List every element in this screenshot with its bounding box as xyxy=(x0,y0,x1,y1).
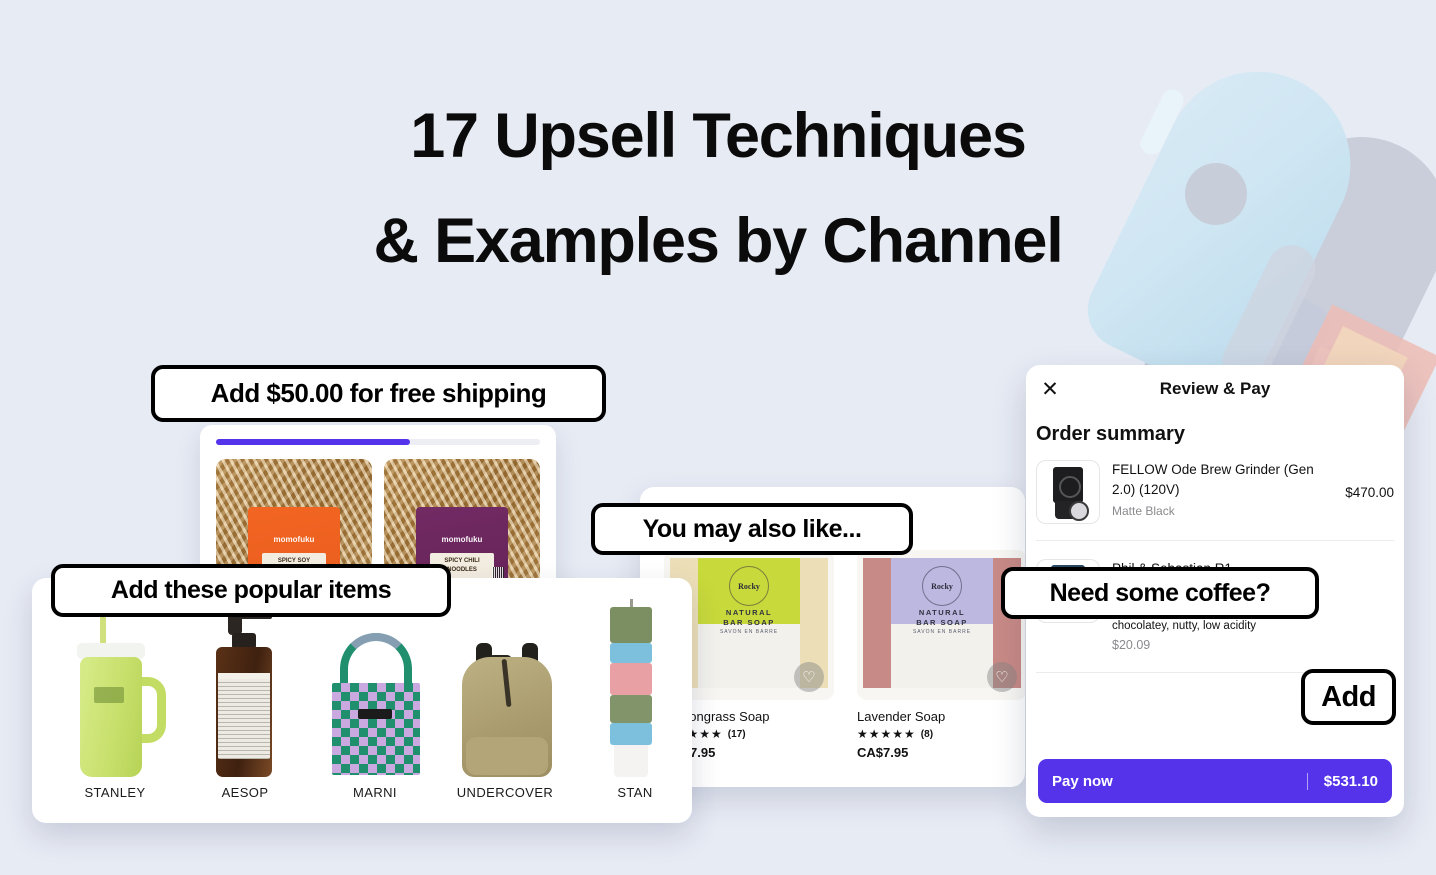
soap-label-line-1: NATURAL xyxy=(918,608,966,617)
soap-rating: ★★★★★ (8) xyxy=(857,727,1025,741)
callout-free-shipping-label: Add $50.00 for free shipping xyxy=(210,378,547,408)
stanley-tumbler-icon xyxy=(50,597,180,777)
stacked-candle-icon xyxy=(570,599,692,777)
pay-now-button[interactable]: Pay now $531.10 xyxy=(1038,759,1392,803)
callout-popular-items: Add these popular items xyxy=(51,564,451,617)
soap-product-price: CA$7.95 xyxy=(857,745,909,760)
noodle-brand-label: momofuku xyxy=(273,535,315,544)
add-upsell-button-label: Add xyxy=(1321,680,1376,713)
popular-item-aesop[interactable]: AESOP xyxy=(180,605,310,800)
line-item-price: $470.00 xyxy=(1345,484,1394,500)
popular-items-row: STANLEY AESOP MARNI UNDERCOVER STAN xyxy=(32,597,692,800)
free-shipping-progress-track xyxy=(216,439,540,445)
pay-now-label: Pay now xyxy=(1052,772,1113,790)
soap-brand-logo: Rocky xyxy=(729,566,769,606)
order-summary-title: Order summary xyxy=(1036,423,1185,445)
line-item-price: $20.09 xyxy=(1112,637,1151,652)
callout-free-shipping: Add $50.00 for free shipping xyxy=(151,365,606,422)
noodle-brand-label: momofuku xyxy=(441,535,483,544)
callout-need-coffee: Need some coffee? xyxy=(1001,567,1319,619)
close-icon[interactable]: ✕ xyxy=(1038,377,1062,401)
soap-label-line-3: SAVON EN BARRE xyxy=(912,629,972,635)
popular-item-marni[interactable]: MARNI xyxy=(310,605,440,800)
soap-brand-logo: Rocky xyxy=(922,566,962,606)
aesop-bottle-icon xyxy=(180,605,310,777)
popular-item-label: MARNI xyxy=(353,785,397,800)
marni-tote-icon xyxy=(310,605,440,777)
callout-you-may-also-like: You may also like... xyxy=(591,503,913,555)
popular-item-undercover[interactable]: UNDERCOVER xyxy=(440,605,570,800)
soap-product-image: Lavender LAVANDE Rocky NATURAL BAR SOAP … xyxy=(857,550,1025,700)
undercover-backpack-icon xyxy=(440,605,570,777)
add-upsell-button[interactable]: Add xyxy=(1301,669,1396,725)
soap-label-line-2: BAR SOAP xyxy=(916,618,968,627)
order-line-item: FELLOW Ode Brew Grinder (Gen 2.0) (120V)… xyxy=(1026,446,1404,540)
soap-review-count: (17) xyxy=(727,728,746,740)
soap-review-count: (8) xyxy=(920,728,934,740)
review-pay-header: ✕ Review & Pay xyxy=(1026,365,1404,413)
callout-you-may-also-like-label: You may also like... xyxy=(642,514,862,543)
coffee-grinder-thumbnail-icon xyxy=(1036,460,1100,524)
free-shipping-progress-fill xyxy=(216,439,411,445)
soap-product-grid: Lemongrass CITRONNELLE Rocky NATURAL BAR… xyxy=(664,550,1025,760)
popular-item-stan[interactable]: STAN xyxy=(570,599,692,800)
review-pay-title: Review & Pay xyxy=(1159,379,1271,398)
popular-item-stanley[interactable]: STANLEY xyxy=(50,597,180,800)
callout-need-coffee-label: Need some coffee? xyxy=(1049,578,1271,607)
page-title-line-1: 17 Upsell Techniques xyxy=(410,101,1027,171)
line-item-name: FELLOW Ode Brew Grinder (Gen 2.0) (120V) xyxy=(1112,462,1314,498)
callout-popular-items-label: Add these popular items xyxy=(110,576,392,604)
popular-item-label: UNDERCOVER xyxy=(456,785,554,800)
page-title: 17 Upsell Techniques & Examples by Chann… xyxy=(0,84,1436,293)
soap-product-card[interactable]: Lavender LAVANDE Rocky NATURAL BAR SOAP … xyxy=(857,550,1025,760)
soap-rating-stars: ★★★★★ xyxy=(857,727,916,741)
soap-product-name: Lavender Soap xyxy=(857,709,946,724)
page-title-line-2: & Examples by Channel xyxy=(373,205,1063,276)
popular-item-label: AESOP xyxy=(221,785,269,800)
line-item-variant: Matte Black xyxy=(1112,503,1175,518)
pay-now-amount: $531.10 xyxy=(1306,772,1378,790)
favorite-heart-icon[interactable]: ♡ xyxy=(794,662,824,692)
popular-item-label: STANLEY xyxy=(84,785,146,800)
poster-canvas: 17 Upsell Techniques & Examples by Chann… xyxy=(0,0,1436,875)
popular-item-label: STAN xyxy=(617,785,653,800)
favorite-heart-icon[interactable]: ♡ xyxy=(987,662,1017,692)
